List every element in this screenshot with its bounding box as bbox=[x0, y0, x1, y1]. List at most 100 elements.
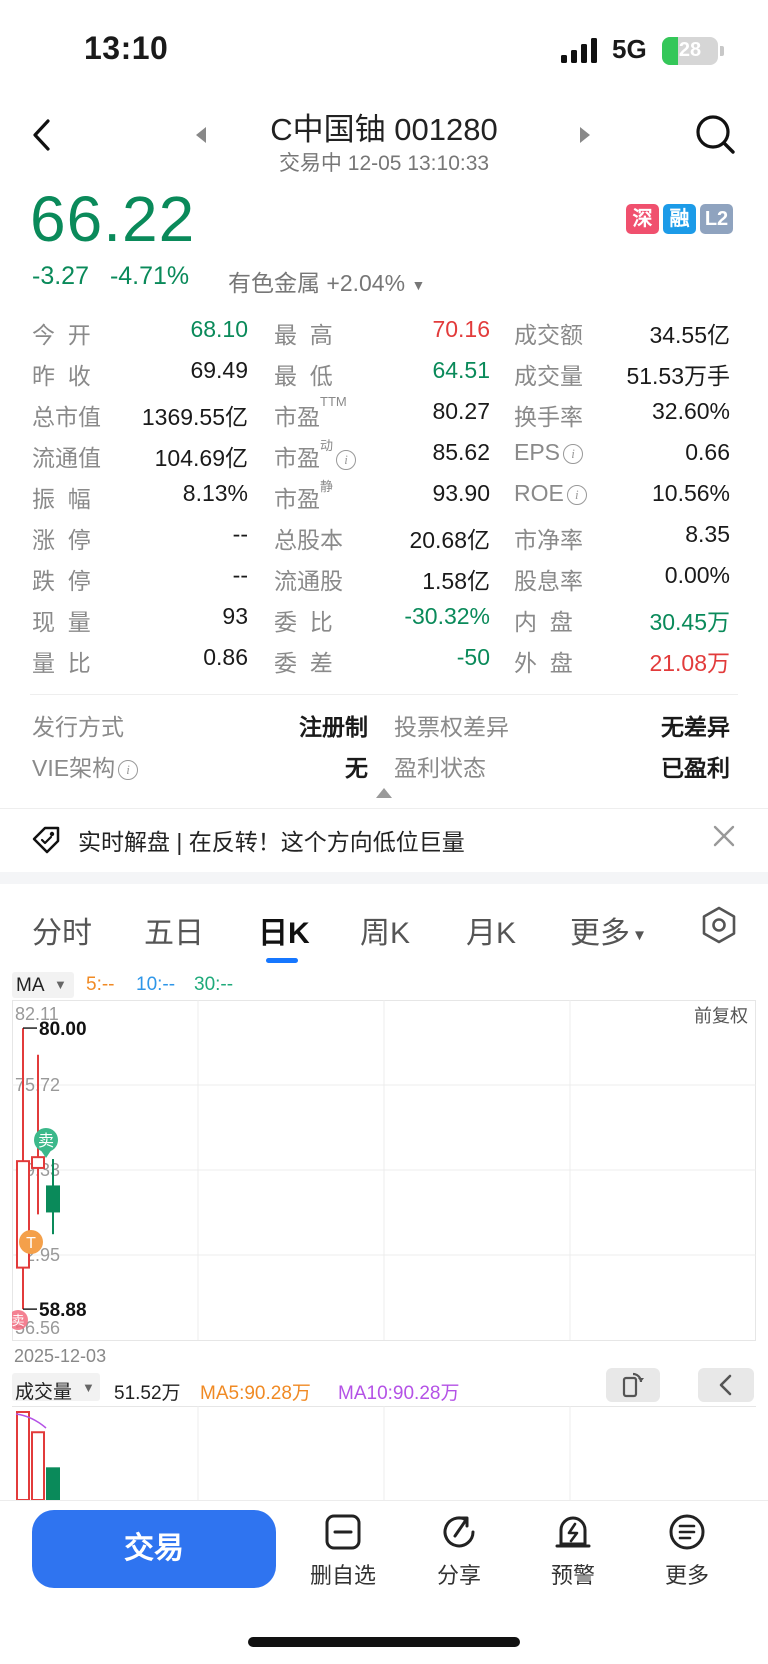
stat-label-text: 昨 收 bbox=[32, 363, 91, 389]
tab-1[interactable]: 五日 bbox=[144, 908, 204, 952]
info-icon[interactable]: i bbox=[563, 443, 584, 464]
stat-label-text: 流通股 bbox=[274, 568, 343, 594]
chart-settings-icon[interactable] bbox=[700, 906, 738, 944]
share-icon bbox=[443, 1516, 475, 1548]
stat-value: -- bbox=[232, 562, 248, 588]
extra-label: VIE架构 i bbox=[32, 749, 139, 783]
tab-5[interactable]: 更多 ▾ bbox=[570, 908, 644, 952]
stat-label-text: ROE bbox=[514, 480, 564, 506]
low-label: 58.88 bbox=[39, 1300, 87, 1321]
extra-label: 发行方式 bbox=[32, 708, 124, 742]
extra-label-text: 盈利状态 bbox=[394, 755, 486, 781]
trading-status: 交易中 12-05 13:10:33 bbox=[278, 152, 490, 175]
volume-ma10: MA10:90.28万 bbox=[338, 1383, 460, 1404]
chevron-down-icon: ▾ bbox=[630, 924, 645, 945]
t-marker[interactable]: T bbox=[19, 1230, 43, 1254]
ma10-label: 10:-- bbox=[136, 974, 176, 995]
extra-value: 注册制 bbox=[299, 714, 368, 740]
tab-0[interactable]: 分时 bbox=[32, 908, 92, 952]
stat-label: 量 比 bbox=[32, 644, 91, 678]
stat-label: 市净率 bbox=[514, 521, 583, 555]
alert-button[interactable]: 预警 bbox=[528, 1512, 618, 1590]
trade-button[interactable]: 交易 bbox=[32, 1510, 276, 1588]
stat-value: 93.90 bbox=[432, 480, 490, 506]
search-icon[interactable] bbox=[694, 113, 736, 157]
collapse-arrow-icon[interactable] bbox=[376, 788, 392, 798]
stat-value: 51.53万手 bbox=[626, 363, 730, 389]
stat-label-text: 量 比 bbox=[32, 650, 91, 676]
signal-icon bbox=[561, 38, 597, 63]
kline-chart[interactable]: 82.1175.7269.3362.9556.56前复权80.0058.88卖T… bbox=[12, 1000, 756, 1344]
extra-label: 投票权差异 bbox=[394, 708, 509, 742]
stat-label: 今 开 bbox=[32, 316, 91, 350]
stat-label: 市盈TTM bbox=[274, 394, 347, 432]
stat-label: EPS i bbox=[514, 439, 584, 466]
tag-icon bbox=[32, 826, 60, 854]
tab-3[interactable]: 周K bbox=[360, 908, 410, 952]
adjust-label[interactable]: 前复权 bbox=[694, 1006, 748, 1026]
volume-ma5: MA5:90.28万 bbox=[200, 1383, 311, 1404]
volume-indicator-select[interactable]: 成交量 ▼ bbox=[12, 1373, 100, 1403]
stat-label-text: 现 量 bbox=[32, 609, 91, 635]
stat-label: 振 幅 bbox=[32, 480, 91, 514]
stat-value: 85.62 bbox=[432, 439, 490, 465]
tab-4[interactable]: 月K bbox=[466, 908, 516, 952]
extra-label-text: 投票权差异 bbox=[394, 714, 509, 740]
stat-value: 30.45万 bbox=[649, 609, 730, 635]
info-icon[interactable]: i bbox=[566, 484, 587, 505]
rotate-screen-button[interactable] bbox=[606, 1368, 660, 1402]
divider bbox=[30, 694, 738, 695]
stat-label: 股息率 bbox=[514, 562, 583, 596]
extra-label-text: VIE架构 bbox=[32, 755, 116, 781]
indicator-label: MA bbox=[16, 975, 45, 996]
volume-chart[interactable] bbox=[12, 1406, 756, 1500]
sector-link[interactable]: 有色金属 +2.04% ▼ bbox=[228, 264, 425, 298]
extra-value: 已盈利 bbox=[661, 755, 730, 781]
chevron-left-icon bbox=[719, 1374, 732, 1396]
stat-label-text: 市盈 bbox=[274, 486, 320, 512]
indicator-select[interactable]: MA ▼ bbox=[12, 972, 74, 998]
stat-label: 内 盘 bbox=[514, 603, 573, 637]
stat-value: 20.68亿 bbox=[409, 527, 490, 553]
share-button[interactable]: 分享 bbox=[414, 1512, 504, 1590]
alert-label: 预警 bbox=[550, 1563, 595, 1588]
next-stock-icon[interactable] bbox=[578, 126, 592, 144]
banner-text[interactable]: 实时解盘 | 在反转！这个方向低位巨量 bbox=[78, 823, 465, 857]
tab-label: 分时 bbox=[32, 917, 92, 950]
info-icon[interactable]: i bbox=[118, 759, 139, 780]
stat-label: 昨 收 bbox=[32, 357, 91, 391]
ma30-label: 30:-- bbox=[194, 974, 234, 995]
stat-label-text: 跌 停 bbox=[32, 568, 91, 594]
badge-group: 深融 L2 bbox=[626, 204, 733, 234]
chart-date: 2025-12-03 bbox=[14, 1346, 107, 1366]
stat-value: -30.32% bbox=[404, 603, 490, 629]
info-icon[interactable]: i bbox=[336, 449, 357, 470]
stat-label: 总股本 bbox=[274, 521, 343, 555]
stat-value: 68.10 bbox=[190, 316, 248, 342]
volume-bar bbox=[16, 1411, 30, 1500]
stat-value: 1.58亿 bbox=[422, 568, 490, 594]
remove-watchlist-button[interactable]: 删自选 bbox=[298, 1512, 388, 1590]
chevron-down-icon: ▼ bbox=[411, 276, 426, 293]
rotate-icon bbox=[622, 1372, 644, 1398]
tab-2[interactable]: 日K bbox=[258, 908, 310, 952]
stat-label-text: 委 差 bbox=[274, 650, 333, 676]
close-icon[interactable] bbox=[710, 822, 738, 850]
stat-label: 总市值 bbox=[32, 398, 101, 432]
more-button[interactable]: 更多 bbox=[642, 1512, 732, 1590]
change-amount: -3.27 bbox=[32, 262, 89, 290]
volume-value: 51.52万 bbox=[114, 1383, 181, 1404]
remove-watchlist-label: 删自选 bbox=[309, 1563, 376, 1588]
stat-label: 市盈动i bbox=[274, 438, 357, 473]
stat-value: 93 bbox=[222, 603, 248, 629]
stat-label: 流通股 bbox=[274, 562, 343, 596]
high-label: 80.00 bbox=[39, 1019, 87, 1040]
battery-level: 28 bbox=[678, 39, 702, 61]
stat-label-text: 委 比 bbox=[274, 609, 333, 635]
stat-value: 80.27 bbox=[432, 398, 490, 424]
stat-label-text: EPS bbox=[514, 439, 561, 465]
share-label: 分享 bbox=[436, 1563, 481, 1588]
stat-label-text: 最 低 bbox=[274, 363, 333, 389]
collapse-chart-button[interactable] bbox=[698, 1368, 754, 1402]
stat-label: 最 低 bbox=[274, 357, 333, 391]
